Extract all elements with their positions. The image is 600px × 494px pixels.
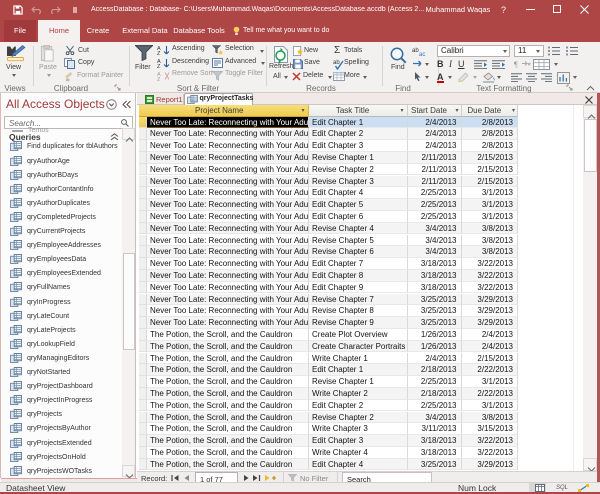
- svg-text:ab: ab: [333, 60, 340, 66]
- svg-text:¶: ¶: [514, 60, 518, 68]
- svg-text:ac: ac: [419, 52, 425, 56]
